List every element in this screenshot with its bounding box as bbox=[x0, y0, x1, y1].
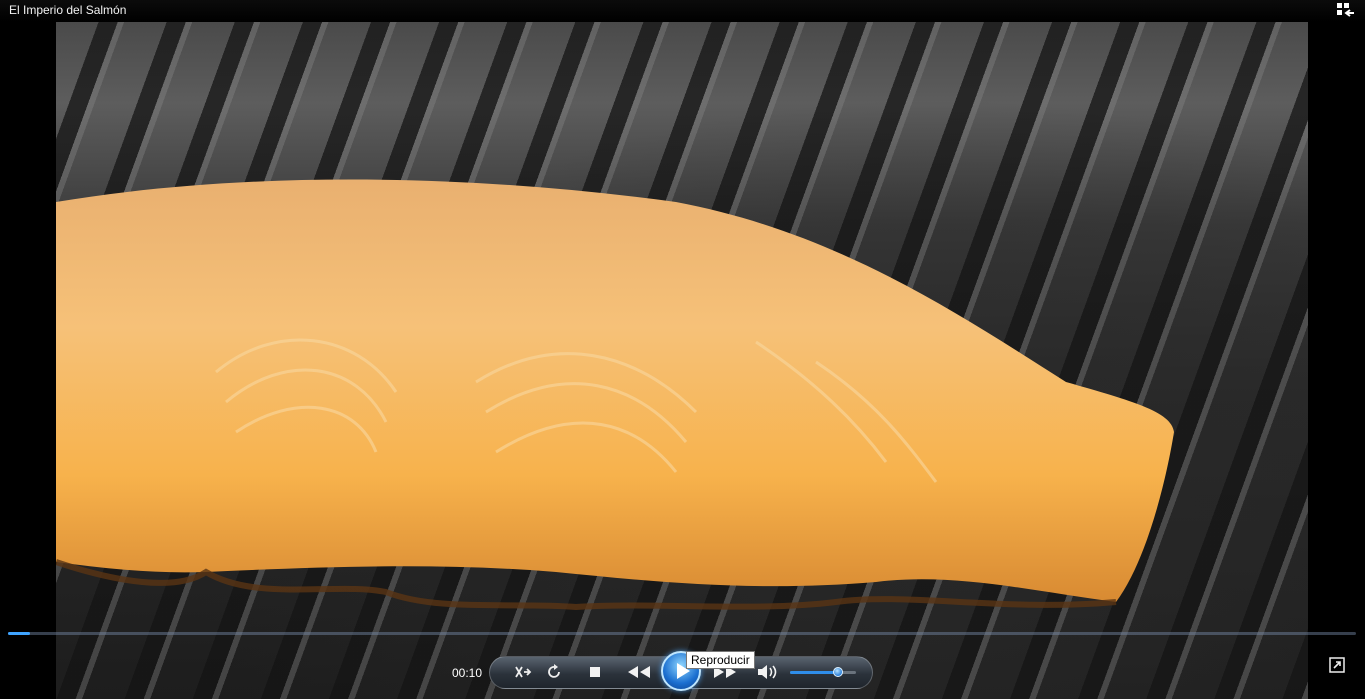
speaker-icon[interactable] bbox=[757, 664, 777, 680]
switch-to-library-icon[interactable] bbox=[1336, 2, 1356, 20]
previous-icon[interactable] bbox=[624, 664, 654, 680]
play-tooltip: Reproducir bbox=[686, 651, 755, 669]
repeat-icon[interactable] bbox=[546, 664, 562, 680]
title-bar: El Imperio del Salmón bbox=[0, 0, 1365, 22]
volume-level bbox=[790, 671, 838, 674]
shuffle-icon[interactable] bbox=[514, 664, 532, 680]
window-title: El Imperio del Salmón bbox=[9, 3, 127, 17]
seek-progress bbox=[8, 632, 30, 635]
seek-bar[interactable] bbox=[8, 632, 1356, 635]
volume-slider[interactable] bbox=[790, 667, 856, 677]
volume-knob[interactable] bbox=[832, 667, 843, 677]
video-frame[interactable] bbox=[56, 22, 1308, 699]
salmon-fillet-image bbox=[56, 179, 1174, 611]
current-time: 00:10 bbox=[452, 666, 483, 680]
stop-icon[interactable] bbox=[589, 666, 601, 678]
fullscreen-icon[interactable] bbox=[1329, 657, 1345, 673]
